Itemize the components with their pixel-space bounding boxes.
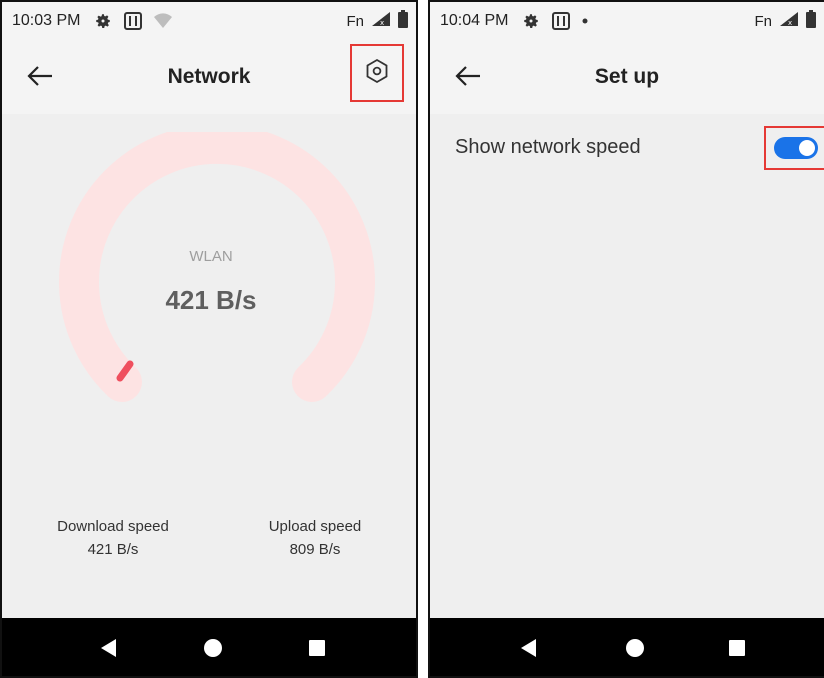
- system-nav-bar: [430, 618, 824, 676]
- toggle-switch[interactable]: [774, 137, 818, 159]
- gear-icon: [522, 12, 540, 30]
- nav-recents-icon[interactable]: [306, 637, 328, 659]
- nav-back-icon[interactable]: [98, 637, 120, 659]
- gauge-speed-value: 421 B/s: [165, 285, 257, 315]
- upload-label: Upload speed: [268, 518, 362, 535]
- status-bar: 10:03 PM Fn x: [2, 2, 416, 40]
- nav-home-icon[interactable]: [202, 637, 224, 659]
- setup-screen: 10:04 PM Fn x Set up Show network speed: [428, 0, 824, 678]
- nav-recents-icon[interactable]: [726, 637, 748, 659]
- back-arrow-icon[interactable]: [24, 60, 56, 92]
- status-time: 10:03 PM: [12, 12, 81, 29]
- upload-value: 809 B/s: [289, 541, 341, 558]
- signal-icon: x: [778, 10, 800, 33]
- battery-icon: [398, 9, 408, 33]
- sim-icon: [552, 12, 571, 30]
- download-value: 421 B/s: [87, 541, 139, 558]
- settings-button[interactable]: [350, 44, 404, 102]
- status-bar: 10:04 PM Fn x: [430, 2, 824, 40]
- show-network-speed-toggle[interactable]: [764, 126, 824, 170]
- wifi-icon: [154, 13, 173, 29]
- page-title: Network: [167, 65, 251, 88]
- settings-hexagon-icon: [364, 58, 390, 89]
- download-label: Download speed: [57, 518, 169, 535]
- upload-speed: Upload speed 809 B/s: [250, 518, 380, 558]
- download-speed: Download speed 421 B/s: [48, 518, 178, 558]
- gear-icon: [94, 12, 112, 30]
- nav-home-icon[interactable]: [624, 637, 646, 659]
- app-bar: Set up: [430, 40, 824, 114]
- gauge-label: WLAN: [189, 248, 233, 265]
- toggle-knob: [799, 140, 815, 156]
- dot-icon: [582, 18, 588, 24]
- back-arrow-icon[interactable]: [452, 60, 484, 92]
- signal-icon: x: [370, 10, 392, 33]
- app-bar: Network: [2, 40, 416, 114]
- network-screen: 10:03 PM Fn x Network WLAN 421 B/s Downl…: [0, 0, 418, 678]
- nav-back-icon[interactable]: [518, 637, 540, 659]
- fn-indicator: Fn: [754, 12, 772, 30]
- speed-gauge: [42, 123, 382, 422]
- svg-text:x: x: [380, 19, 384, 27]
- sim-icon: [124, 12, 143, 30]
- setting-label: Show network speed: [455, 135, 641, 158]
- page-title: Set up: [594, 65, 660, 88]
- fn-indicator: Fn: [346, 12, 364, 30]
- battery-icon: [806, 9, 816, 33]
- system-nav-bar: [2, 618, 416, 676]
- status-time: 10:04 PM: [440, 12, 509, 29]
- svg-text:x: x: [788, 19, 792, 27]
